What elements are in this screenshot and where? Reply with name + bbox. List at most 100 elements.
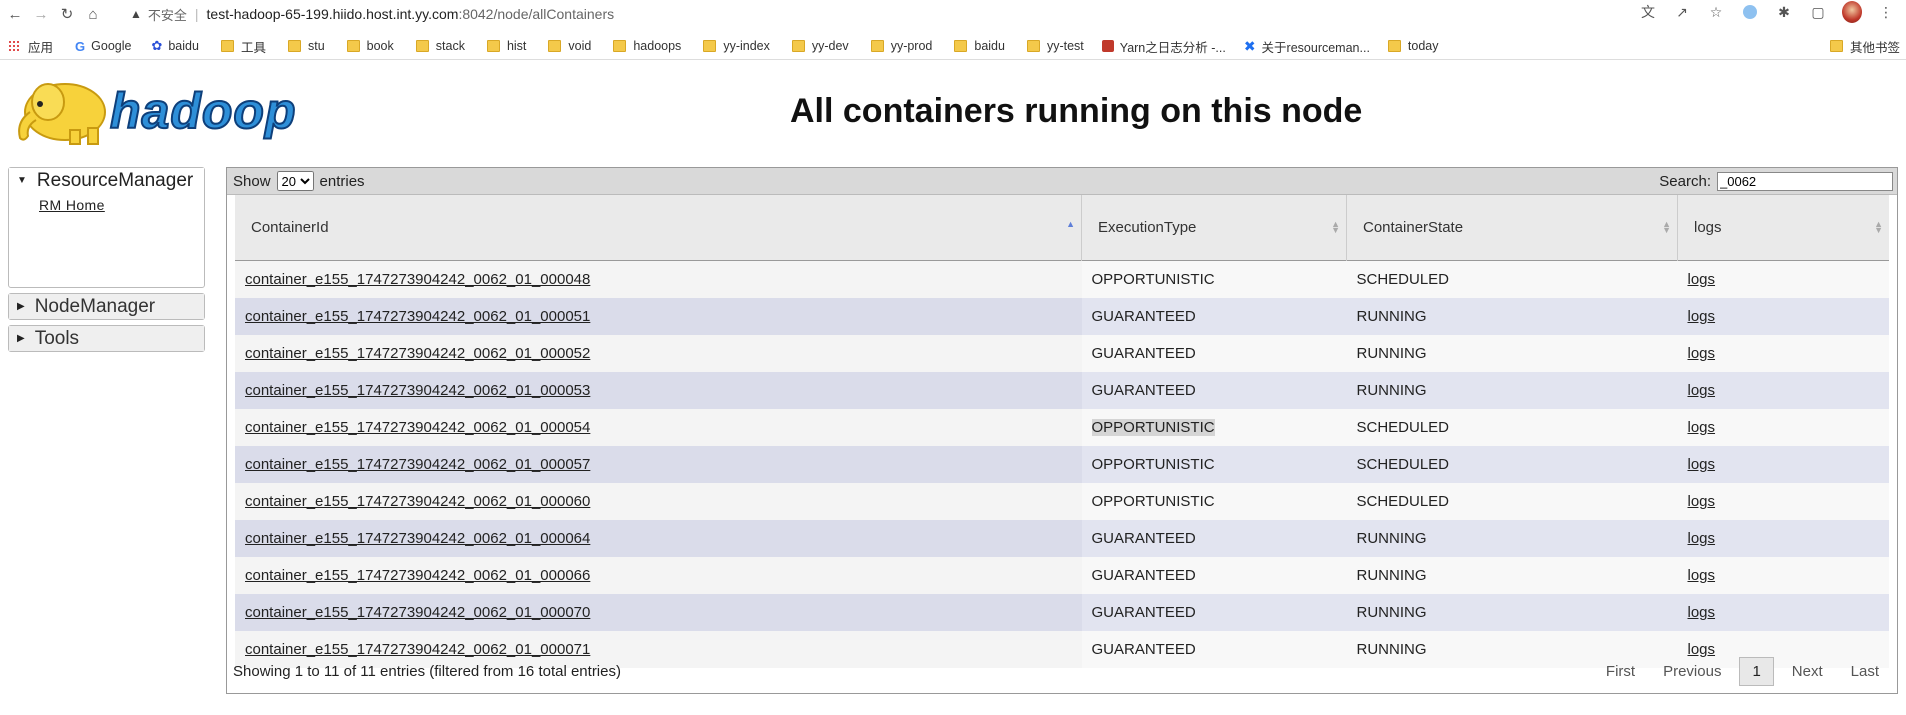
container-link[interactable]: container_e155_1747273904242_0062_01_000… xyxy=(245,308,590,325)
puzzle-icon[interactable]: ✱ xyxy=(1774,2,1794,22)
logs-link[interactable]: logs xyxy=(1688,493,1716,510)
column-header-containerid[interactable]: ContainerId ▲ xyxy=(235,195,1082,261)
container-state-text: RUNNING xyxy=(1356,345,1427,362)
execution-type-text: GUARANTEED xyxy=(1091,382,1196,399)
container-link[interactable]: container_e155_1747273904242_0062_01_000… xyxy=(245,493,590,510)
container-link[interactable]: container_e155_1747273904242_0062_01_000… xyxy=(245,456,590,473)
bookmark-folder[interactable]: yy-dev xyxy=(791,39,849,53)
logs-link[interactable]: logs xyxy=(1688,382,1716,399)
logs-link[interactable]: logs xyxy=(1688,604,1716,621)
sort-icon: ▲ ▼ xyxy=(1874,219,1883,235)
star-icon[interactable]: ☆ xyxy=(1706,2,1726,22)
elephant-icon xyxy=(18,83,106,145)
bookmark-folder[interactable]: void xyxy=(548,39,591,53)
container-link[interactable]: container_e155_1747273904242_0062_01_000… xyxy=(245,345,590,362)
cell-logs: logs xyxy=(1677,557,1889,594)
execution-type-text: GUARANTEED xyxy=(1091,530,1196,547)
container-state-text: SCHEDULED xyxy=(1356,493,1450,510)
bookmark-google[interactable]: G Google xyxy=(75,39,131,54)
column-header-executiontype[interactable]: ExecutionType ▲ ▼ xyxy=(1081,195,1347,261)
nav-header-resourcemanager[interactable]: ▼ ResourceManager xyxy=(9,168,204,193)
folder-icon xyxy=(287,40,301,52)
logs-link[interactable]: logs xyxy=(1688,530,1716,547)
rm-home-link[interactable]: RM Home xyxy=(39,197,105,213)
next-page-button[interactable]: Next xyxy=(1778,663,1837,680)
home-icon[interactable]: ⌂ xyxy=(80,1,106,27)
bookmark-folder[interactable]: hist xyxy=(486,39,527,53)
folder-icon xyxy=(954,40,968,52)
last-page-button[interactable]: Last xyxy=(1837,663,1893,680)
share-icon[interactable]: ↗ xyxy=(1672,2,1692,22)
logs-link[interactable]: logs xyxy=(1688,345,1716,362)
table-row: container_e155_1747273904242_0062_01_000… xyxy=(235,409,1889,446)
sort-icon: ▲ ▼ xyxy=(1662,219,1671,235)
bookmark-folder[interactable]: 工具 xyxy=(220,37,266,56)
left-nav: ▼ ResourceManager RM Home ▶ NodeManager … xyxy=(8,167,205,357)
bookmark-label: hist xyxy=(506,39,527,53)
bookmark-label: stu xyxy=(307,39,325,53)
nav-header-tools[interactable]: ▶ Tools xyxy=(9,326,204,351)
cell-containerid: container_e155_1747273904242_0062_01_000… xyxy=(235,335,1082,372)
column-header-logs[interactable]: logs ▲ ▼ xyxy=(1677,195,1889,261)
cell-executiontype: OPPORTUNISTIC xyxy=(1081,483,1347,520)
logs-link[interactable]: logs xyxy=(1688,271,1716,288)
menu-icon[interactable]: ⋮ xyxy=(1876,2,1896,22)
forward-arrow-icon[interactable]: → xyxy=(28,1,54,27)
url-field[interactable]: ▲ 不安全 | test-hadoop-65-199.hiido.host.in… xyxy=(130,3,1710,25)
logs-link[interactable]: logs xyxy=(1688,567,1716,584)
containers-panel: Show 20 entries Search: ContainerId▲ Exe… xyxy=(226,167,1898,694)
bookmark-folder[interactable]: today xyxy=(1387,39,1439,53)
sidepanel-icon[interactable]: ▢ xyxy=(1808,2,1828,22)
bookmark-label: stack xyxy=(435,39,465,53)
logs-link[interactable]: logs xyxy=(1688,456,1716,473)
reload-icon[interactable]: ↻ xyxy=(54,1,80,27)
cell-logs: logs xyxy=(1677,260,1889,298)
execution-type-text: GUARANTEED xyxy=(1091,308,1196,325)
bookmark-folder[interactable]: baidu xyxy=(954,39,1005,53)
bookmark-folder[interactable]: yy-index xyxy=(703,39,770,53)
cell-logs: logs xyxy=(1677,372,1889,409)
logs-link[interactable]: logs xyxy=(1688,308,1716,325)
table-row: container_e155_1747273904242_0062_01_000… xyxy=(235,298,1889,335)
bookmark-yarn-log[interactable]: Yarn之日志分析 -... xyxy=(1101,37,1226,56)
table-row: container_e155_1747273904242_0062_01_000… xyxy=(235,372,1889,409)
column-header-containerstate[interactable]: ContainerState ▲ ▼ xyxy=(1346,195,1678,261)
table-row: container_e155_1747273904242_0062_01_000… xyxy=(235,446,1889,483)
avatar[interactable] xyxy=(1842,1,1862,23)
bookmark-resourcemanager[interactable]: ✖ 关于resourceman... xyxy=(1244,37,1370,56)
container-link[interactable]: container_e155_1747273904242_0062_01_000… xyxy=(245,530,590,547)
bookmark-folder[interactable]: book xyxy=(346,39,394,53)
folder-icon xyxy=(346,40,360,52)
bookmark-folder[interactable]: yy-test xyxy=(1026,39,1084,53)
page-size-select[interactable]: 20 xyxy=(276,171,314,191)
search-input[interactable] xyxy=(1717,171,1893,191)
logs-link[interactable]: logs xyxy=(1688,419,1716,436)
bookmark-folder[interactable]: yy-prod xyxy=(870,39,932,53)
nav-header-nodemanager[interactable]: ▶ NodeManager xyxy=(9,294,204,319)
extension-dot-icon[interactable] xyxy=(1740,2,1760,22)
cell-executiontype: OPPORTUNISTIC xyxy=(1081,446,1347,483)
container-link[interactable]: container_e155_1747273904242_0062_01_000… xyxy=(245,419,590,436)
container-state-text: SCHEDULED xyxy=(1356,456,1450,473)
bookmark-baidu[interactable]: ✿ baidu xyxy=(151,38,199,54)
bookmark-other[interactable]: 其他书签 xyxy=(1829,37,1900,56)
back-arrow-icon[interactable]: ← xyxy=(2,1,28,27)
bookmark-folder[interactable]: stack xyxy=(415,39,465,53)
browser-right-icons: 文 ↗ ☆ ✱ ▢ ⋮ xyxy=(1638,1,1896,23)
bookmark-folder[interactable]: hadoops xyxy=(613,39,681,53)
page-number-button[interactable]: 1 xyxy=(1739,656,1774,686)
bookmark-folder[interactable]: stu xyxy=(287,39,325,53)
container-link[interactable]: container_e155_1747273904242_0062_01_000… xyxy=(245,604,590,621)
container-link[interactable]: container_e155_1747273904242_0062_01_000… xyxy=(245,567,590,584)
previous-page-button[interactable]: Previous xyxy=(1649,663,1735,680)
apps-icon xyxy=(8,40,20,52)
cell-logs: logs xyxy=(1677,409,1889,446)
container-link[interactable]: container_e155_1747273904242_0062_01_000… xyxy=(245,271,590,288)
container-link[interactable]: container_e155_1747273904242_0062_01_000… xyxy=(245,382,590,399)
cell-executiontype: GUARANTEED xyxy=(1081,372,1347,409)
translate-icon[interactable]: 文 xyxy=(1638,2,1658,22)
first-page-button[interactable]: First xyxy=(1592,663,1649,680)
bookmark-apps[interactable]: 应用 xyxy=(0,37,53,56)
bookmark-label: hadoops xyxy=(633,39,682,53)
container-state-text: RUNNING xyxy=(1356,530,1427,547)
